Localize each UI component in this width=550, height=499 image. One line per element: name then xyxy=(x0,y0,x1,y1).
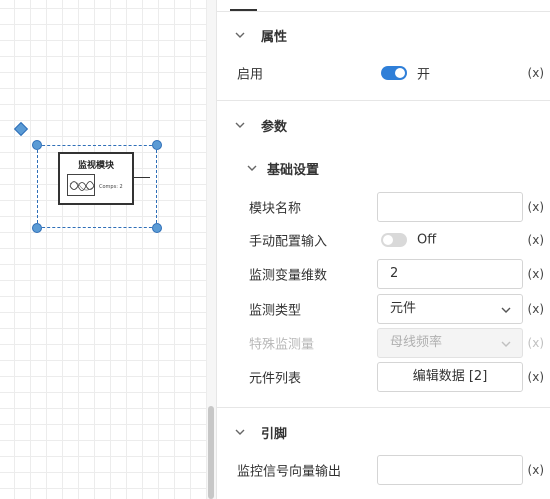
enable-label: 启用 xyxy=(237,67,264,83)
special-value: 母线频率 xyxy=(390,335,443,350)
special-label: 特殊监测量 xyxy=(249,337,315,353)
manual-input-state-text: Off xyxy=(417,232,437,248)
chevron-down-icon xyxy=(235,427,245,437)
canvas-scrollbar[interactable] xyxy=(207,0,216,499)
monitor-type-value: 元件 xyxy=(390,301,417,316)
waveform-icon xyxy=(67,174,95,196)
block-subtitle: Comps: 2 xyxy=(99,184,123,190)
section-divider xyxy=(217,407,550,408)
manual-input-row: 手动配置输入 Off (x) xyxy=(217,225,550,255)
signal-output-expr-button[interactable]: (x) xyxy=(528,463,544,477)
chevron-down-icon xyxy=(235,120,245,130)
chevron-down-icon xyxy=(235,30,245,40)
subsection-basic-header[interactable]: 基础设置 xyxy=(217,158,550,178)
module-name-row: 模块名称 (x) xyxy=(217,192,550,222)
manual-input-expr-button[interactable]: (x) xyxy=(528,233,544,247)
module-name-label: 模块名称 xyxy=(249,201,302,217)
dimension-input[interactable]: 2 xyxy=(377,259,523,289)
scrollbar-thumb[interactable] xyxy=(208,406,214,499)
properties-panel: 属性 启用 开 (x) 参数 基础设置 模块名称 (x) 手动配置输入 Off … xyxy=(216,0,550,499)
component-list-expr-button[interactable]: (x) xyxy=(528,370,544,384)
edit-data-button[interactable]: 编辑数据 [2] xyxy=(377,362,523,392)
section-pins-title: 引脚 xyxy=(261,426,288,442)
component-list-row: 元件列表 编辑数据 [2] (x) xyxy=(217,362,550,392)
rotate-handle[interactable] xyxy=(13,121,29,137)
block-title: 监视模块 xyxy=(77,161,114,171)
manual-input-toggle[interactable] xyxy=(381,233,407,247)
signal-output-input[interactable] xyxy=(377,455,523,485)
section-properties-title: 属性 xyxy=(261,29,288,45)
component-list-label: 元件列表 xyxy=(249,371,302,387)
section-pins-header[interactable]: 引脚 xyxy=(217,422,550,442)
section-divider xyxy=(217,100,550,101)
top-divider xyxy=(217,11,550,12)
monitor-type-select[interactable]: 元件 xyxy=(377,294,523,324)
signal-output-label: 监控信号向量输出 xyxy=(237,464,342,480)
enable-expr-button[interactable]: (x) xyxy=(528,66,544,80)
dimension-label: 监测变量维数 xyxy=(249,268,328,284)
section-params-title: 参数 xyxy=(261,119,288,135)
subsection-basic-title: 基础设置 xyxy=(267,162,320,178)
section-params-header[interactable]: 参数 xyxy=(217,115,550,135)
manual-input-label: 手动配置输入 xyxy=(249,234,328,250)
special-select: 母线频率 xyxy=(377,328,523,358)
diagram-canvas[interactable]: 监视模块 Comps: 2 xyxy=(0,0,207,499)
monitor-type-expr-button[interactable]: (x) xyxy=(528,302,544,316)
special-expr-button: (x) xyxy=(527,336,544,350)
special-row: 特殊监测量 母线频率 (x) xyxy=(217,328,550,358)
resize-handle-top-right[interactable] xyxy=(152,140,162,150)
monitor-block[interactable]: 监视模块 Comps: 2 xyxy=(58,152,134,205)
chevron-down-icon xyxy=(247,163,257,173)
module-name-expr-button[interactable]: (x) xyxy=(528,200,544,214)
dimension-expr-button[interactable]: (x) xyxy=(528,267,544,281)
resize-handle-bottom-left[interactable] xyxy=(32,223,42,233)
module-name-input[interactable] xyxy=(377,192,523,222)
chevron-down-icon xyxy=(500,338,512,350)
enable-state-text: 开 xyxy=(417,67,431,83)
section-properties-header[interactable]: 属性 xyxy=(217,25,550,45)
output-port[interactable] xyxy=(134,177,150,178)
resize-handle-bottom-right[interactable] xyxy=(152,223,162,233)
monitor-type-row: 监测类型 元件 (x) xyxy=(217,294,550,324)
enable-row: 启用 开 (x) xyxy=(217,58,550,88)
chevron-down-icon xyxy=(500,304,512,316)
monitor-type-label: 监测类型 xyxy=(249,303,302,319)
signal-output-row: 监控信号向量输出 (x) xyxy=(217,455,550,485)
enable-toggle[interactable] xyxy=(381,66,407,80)
dimension-row: 监测变量维数 2 (x) xyxy=(217,259,550,289)
resize-handle-top-left[interactable] xyxy=(32,140,42,150)
